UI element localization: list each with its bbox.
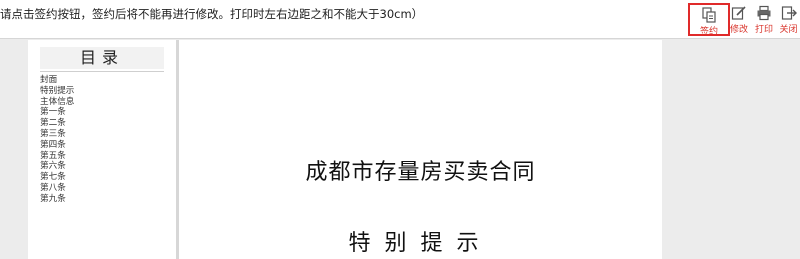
toc-item-article-3[interactable]: 第三条 — [40, 129, 74, 140]
sign-button[interactable]: 签约 — [688, 3, 730, 37]
edit-button-label: 修改 — [729, 25, 748, 35]
toc-item-special-notice[interactable]: 特别提示 — [40, 86, 74, 97]
close-button-label: 关闭 — [779, 25, 798, 35]
toc-item-article-8[interactable]: 第八条 — [40, 183, 74, 194]
toc-item-article-1[interactable]: 第一条 — [40, 107, 74, 118]
toc-title: 目录 — [40, 47, 164, 69]
print-button[interactable]: 打印 — [752, 3, 776, 36]
toc-item-cover[interactable]: 封面 — [40, 75, 74, 86]
toc-item-article-6[interactable]: 第六条 — [40, 161, 74, 172]
toc-panel: 目录 封面 特别提示 主体信息 第一条 第二条 第三条 第四条 第五条 第六条 … — [28, 40, 176, 259]
sign-icon — [702, 7, 716, 23]
toc-item-article-2[interactable]: 第二条 — [40, 118, 74, 129]
sign-button-label: 签约 — [699, 27, 718, 37]
edit-button[interactable]: 修改 — [728, 3, 750, 36]
instruction-notice: 请点击签约按钮，签约后将不能再进行修改。打印时左右边距之和不能大于30cm） — [0, 7, 424, 21]
viewer-background — [662, 40, 800, 259]
toc-item-party-info[interactable]: 主体信息 — [40, 97, 74, 108]
toc-list: 封面 特别提示 主体信息 第一条 第二条 第三条 第四条 第五条 第六条 第七条… — [40, 75, 74, 205]
contract-viewer: 目录 封面 特别提示 主体信息 第一条 第二条 第三条 第四条 第五条 第六条 … — [28, 40, 662, 259]
toc-item-article-4[interactable]: 第四条 — [40, 140, 74, 151]
document-title: 成都市存量房买卖合同 — [305, 160, 536, 185]
close-icon — [781, 6, 797, 20]
toc-item-article-7[interactable]: 第七条 — [40, 172, 74, 183]
close-button[interactable]: 关闭 — [777, 3, 800, 36]
toc-item-article-9[interactable]: 第九条 — [40, 194, 74, 205]
toc-divider — [40, 71, 164, 72]
toolbar: 请点击签约按钮，签约后将不能再进行修改。打印时左右边距之和不能大于30cm） 签… — [0, 0, 800, 39]
edit-icon — [731, 6, 746, 20]
document-page: 成都市存量房买卖合同 特别提示 — [179, 40, 662, 259]
print-button-label: 打印 — [754, 25, 773, 35]
print-icon — [757, 5, 771, 21]
toc-item-article-5[interactable]: 第五条 — [40, 151, 74, 162]
document-subtitle: 特别提示 — [348, 231, 493, 256]
